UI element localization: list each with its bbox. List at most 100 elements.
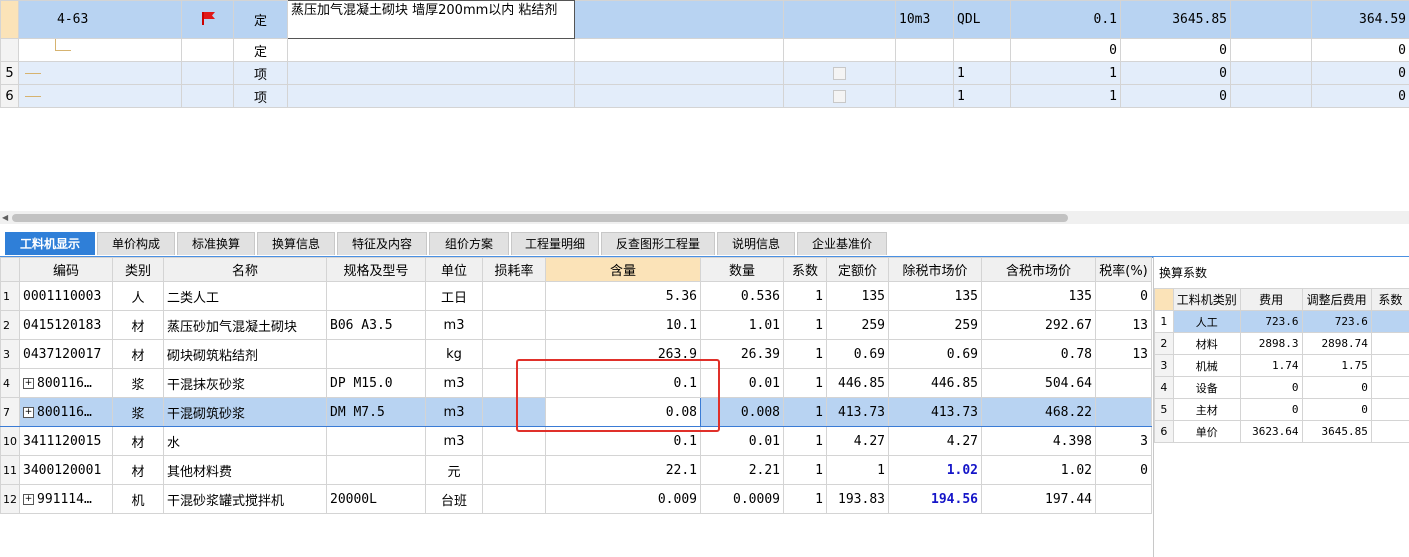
quantity-cell[interactable]: 0.536	[700, 281, 784, 311]
coefficient-cell[interactable]: 1	[783, 426, 827, 456]
blank-cell[interactable]	[1230, 0, 1312, 39]
category-cell[interactable]: 浆	[112, 368, 164, 398]
total-cell[interactable]: 0	[1311, 38, 1409, 62]
adjusted-fee-cell[interactable]: 3645.85	[1301, 420, 1372, 443]
checkbox-cell[interactable]	[783, 61, 896, 85]
type-cell[interactable]: 定	[233, 38, 288, 62]
type-cell[interactable]: 项	[233, 61, 288, 85]
net-market-price-cell[interactable]: 259	[888, 310, 982, 340]
net-market-price-cell[interactable]: 1.02	[888, 455, 982, 485]
code-cell[interactable]: 4-63	[18, 0, 182, 39]
total-cell[interactable]: 0	[1311, 84, 1409, 108]
gross-market-price-cell[interactable]: 0.78	[981, 339, 1096, 369]
blank-cell[interactable]	[574, 61, 784, 85]
net-market-price-cell[interactable]: 135	[888, 281, 982, 311]
checkbox[interactable]	[833, 89, 846, 103]
code-cell[interactable]: 3411120015	[19, 426, 113, 456]
checkbox[interactable]	[833, 66, 846, 80]
quota-price-cell[interactable]: 135	[826, 281, 889, 311]
coefficient-row[interactable]: 3 机械 1.74 1.75	[1154, 354, 1409, 377]
adjusted-fee-cell[interactable]: 1.75	[1301, 354, 1372, 377]
spec-cell[interactable]	[326, 339, 426, 369]
tab-enterprise-base-price[interactable]: 企业基准价	[797, 232, 887, 255]
coefficient-cell[interactable]: 1	[783, 281, 827, 311]
blank-cell[interactable]	[1230, 38, 1312, 62]
flag-cell[interactable]	[181, 84, 234, 108]
expr-cell[interactable]: QDL	[953, 0, 1011, 39]
top-row[interactable]: 定 0 0 0	[0, 38, 1409, 62]
tab-conversion-info[interactable]: 换算信息	[257, 232, 335, 255]
fee-cell[interactable]: 0	[1239, 398, 1303, 421]
unit-cell[interactable]: m3	[425, 368, 483, 398]
spec-cell[interactable]	[326, 455, 426, 485]
expr-cell[interactable]	[953, 38, 1011, 62]
adjusted-fee-cell[interactable]: 0	[1301, 376, 1372, 399]
header-name[interactable]: 名称	[163, 257, 327, 282]
blank-cell[interactable]	[1230, 61, 1312, 85]
quota-price-cell[interactable]: 193.83	[826, 484, 889, 514]
name-cell[interactable]: 砌块砌筑粘结剂	[163, 339, 327, 369]
category-cell[interactable]: 机械	[1172, 354, 1241, 377]
quota-price-cell[interactable]: 4.27	[826, 426, 889, 456]
tab-unit-price[interactable]: 单价构成	[97, 232, 175, 255]
price-cell[interactable]: 0	[1120, 84, 1231, 108]
scrollbar-thumb[interactable]	[12, 214, 1068, 222]
unit-cell[interactable]: 元	[425, 455, 483, 485]
header-coefficient[interactable]: 系数	[783, 257, 827, 282]
quota-price-cell[interactable]: 0.69	[826, 339, 889, 369]
coefficient-cell[interactable]	[1370, 332, 1409, 355]
tax-rate-cell[interactable]: 3	[1095, 426, 1152, 456]
name-cell[interactable]: 水	[163, 426, 327, 456]
header-spec[interactable]: 规格及型号	[326, 257, 426, 282]
expand-plus-icon[interactable]: +	[23, 377, 34, 389]
tax-rate-cell[interactable]: 0	[1095, 281, 1152, 311]
unit-cell[interactable]	[895, 38, 954, 62]
loss-rate-cell[interactable]	[482, 484, 546, 514]
unit-cell[interactable]: kg	[425, 339, 483, 369]
header-net-market-price[interactable]: 除税市场价	[888, 257, 982, 282]
category-cell[interactable]: 材	[112, 310, 164, 340]
coefficient-cell[interactable]	[1370, 354, 1409, 377]
category-cell[interactable]: 单价	[1172, 420, 1241, 443]
spec-cell[interactable]: 20000L	[326, 484, 426, 514]
header-fee[interactable]: 费用	[1239, 288, 1303, 311]
coefficient-row[interactable]: 6 单价 3623.64 3645.85	[1154, 420, 1409, 443]
category-cell[interactable]: 主材	[1172, 398, 1241, 421]
adjusted-fee-cell[interactable]: 723.6	[1301, 310, 1372, 333]
coefficient-row[interactable]: 1 人工 723.6 723.6	[1154, 310, 1409, 333]
blank-cell[interactable]	[574, 38, 784, 62]
header-content[interactable]: 含量	[545, 257, 701, 282]
coefficient-cell[interactable]	[1370, 420, 1409, 443]
quota-price-cell[interactable]: 259	[826, 310, 889, 340]
header-gross-market-price[interactable]: 含税市场价	[981, 257, 1096, 282]
header-quota-price[interactable]: 定额价	[826, 257, 889, 282]
header-category[interactable]: 类别	[112, 257, 164, 282]
tab-standard-conversion[interactable]: 标准换算	[177, 232, 255, 255]
category-cell[interactable]: 设备	[1172, 376, 1241, 399]
top-row[interactable]: 6 项 1 1 0 0	[0, 84, 1409, 108]
loss-rate-cell[interactable]	[482, 281, 546, 311]
tax-rate-cell[interactable]	[1095, 484, 1152, 514]
tab-quantity-detail[interactable]: 工程量明细	[511, 232, 599, 255]
coefficient-cell[interactable]: 1	[783, 339, 827, 369]
adjusted-fee-cell[interactable]: 2898.74	[1301, 332, 1372, 355]
content-cell[interactable]: 5.36	[545, 281, 701, 311]
coefficient-cell[interactable]: 1	[783, 397, 827, 427]
coefficient-cell[interactable]: 1	[783, 368, 827, 398]
category-cell[interactable]: 材	[112, 455, 164, 485]
total-cell[interactable]: 364.59	[1311, 0, 1409, 39]
blank-cell[interactable]	[1230, 84, 1312, 108]
spec-cell[interactable]	[326, 281, 426, 311]
content-cell[interactable]: 0.009	[545, 484, 701, 514]
name-cell[interactable]	[287, 61, 575, 85]
gross-market-price-cell[interactable]: 135	[981, 281, 1096, 311]
header-tax-rate[interactable]: 税率(%)	[1095, 257, 1152, 282]
category-cell[interactable]: 人	[112, 281, 164, 311]
tax-rate-cell[interactable]: 0	[1095, 455, 1152, 485]
blank-cell[interactable]	[574, 0, 784, 39]
name-cell[interactable]: 干混砌筑砂浆	[163, 397, 327, 427]
tab-labor-material-machine[interactable]: 工料机显示	[5, 232, 95, 255]
name-cell[interactable]: 蒸压砂加气混凝土砌块	[163, 310, 327, 340]
flag-cell[interactable]	[181, 61, 234, 85]
code-cell[interactable]: +800116…	[19, 368, 113, 398]
